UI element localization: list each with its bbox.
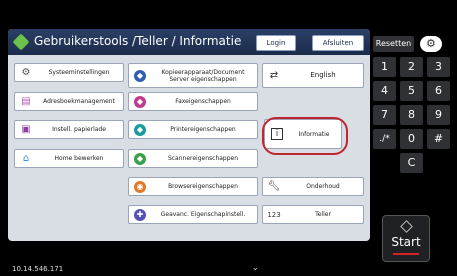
tile-label: Adresboekmanagement [43, 98, 115, 105]
address-book-icon: ▤ [21, 96, 31, 107]
tile-browser-properties[interactable]: ◉ Browsereigenschappen [128, 177, 258, 196]
selection-highlight [262, 117, 348, 155]
tile-label: Browsereigenschappen [168, 183, 238, 190]
tile-advanced-settings[interactable]: ✚ Geavanc. Eigenschapinstell. [128, 205, 258, 224]
logout-button[interactable]: Afsluiten [312, 35, 364, 51]
gear-icon: ⚙ [21, 67, 31, 78]
key-4[interactable]: 4 [373, 81, 396, 101]
tile-counter[interactable]: 123 Teller [262, 205, 364, 224]
fax-icon: ◆ [129, 95, 151, 108]
tile-language[interactable]: ⇄ English [262, 63, 364, 88]
tile-label: Teller [315, 211, 331, 218]
tile-copier-properties[interactable]: ◆ Kopieerapparaat/Document Server eigens… [128, 63, 258, 88]
tile-label: Printereigenschappen [170, 126, 236, 133]
tile-label: Kopieerapparaat/Document Server eigensch… [161, 68, 245, 83]
start-button[interactable]: Start [382, 215, 430, 262]
tile-label: Systeeminstellingen [48, 69, 110, 76]
tile-label: English [310, 71, 336, 79]
control-panel-screen: Gebruikerstools /Teller / Informatie Log… [8, 29, 370, 241]
tile-label: Geavanc. Eigenschapinstell. [160, 211, 246, 218]
tile-label: Faxeigenschappen [175, 98, 231, 105]
key-8[interactable]: 8 [400, 105, 423, 125]
browser-icon: ◉ [129, 180, 151, 193]
user-tools-icon [12, 33, 30, 51]
home-icon: ⌂ [22, 153, 30, 164]
scanner-icon: ◆ [129, 152, 151, 165]
reset-button[interactable]: Resetten [373, 36, 414, 52]
tile-address-book[interactable]: ▤ Adresboekmanagement [14, 92, 124, 111]
tile-system-settings[interactable]: ⚙ Systeeminstellingen [14, 63, 124, 82]
key-dot-star[interactable]: ./* [373, 129, 396, 149]
start-underline [393, 253, 419, 255]
key-hash[interactable]: # [427, 129, 450, 149]
key-7[interactable]: 7 [373, 105, 396, 125]
printer-icon: ◆ [129, 123, 151, 136]
wrench-icon: 🔧︎ [267, 181, 281, 192]
start-diamond-icon [400, 220, 413, 233]
login-button[interactable]: Login [256, 35, 296, 51]
start-label: Start [391, 235, 421, 249]
gear-icon: ⚙ [426, 37, 436, 50]
status-footer: 10.14.546.171 ⌄ [8, 262, 259, 276]
tile-maintenance[interactable]: 🔧︎ Onderhoud [262, 177, 364, 196]
chevron-down-icon[interactable]: ⌄ [252, 263, 259, 272]
page-title: Gebruikerstools /Teller / Informatie [34, 34, 242, 48]
tile-label: Scannereigenschappen [167, 155, 239, 162]
tile-label: Instell. papierlade [52, 126, 106, 133]
key-0[interactable]: 0 [400, 129, 423, 149]
tile-label: Home bewerken [54, 155, 104, 162]
paper-tray-icon: ▣ [21, 124, 31, 135]
key-3[interactable]: 3 [427, 57, 450, 77]
advanced-settings-icon: ✚ [129, 208, 151, 221]
key-2[interactable]: 2 [400, 57, 423, 77]
settings-gear-button[interactable]: ⚙ [420, 36, 442, 52]
copier-icon: ◆ [129, 69, 151, 82]
key-1[interactable]: 1 [373, 57, 396, 77]
language-icon: ⇄ [269, 70, 279, 81]
key-clear[interactable]: C [400, 153, 423, 173]
counter-icon: 123 [267, 210, 281, 219]
tile-printer-properties[interactable]: ◆ Printereigenschappen [128, 120, 258, 139]
tile-home-edit[interactable]: ⌂ Home bewerken [14, 149, 124, 168]
tile-label: Onderhoud [306, 183, 340, 190]
key-5[interactable]: 5 [400, 81, 423, 101]
title-bar: Gebruikerstools /Teller / Informatie Log… [8, 29, 370, 55]
ip-address: 10.14.546.171 [12, 265, 64, 273]
key-9[interactable]: 9 [427, 105, 450, 125]
key-6[interactable]: 6 [427, 81, 450, 101]
tile-paper-tray[interactable]: ▣ Instell. papierlade [14, 120, 124, 139]
tile-fax-properties[interactable]: ◆ Faxeigenschappen [128, 92, 258, 111]
tile-scanner-properties[interactable]: ◆ Scannereigenschappen [128, 149, 258, 168]
